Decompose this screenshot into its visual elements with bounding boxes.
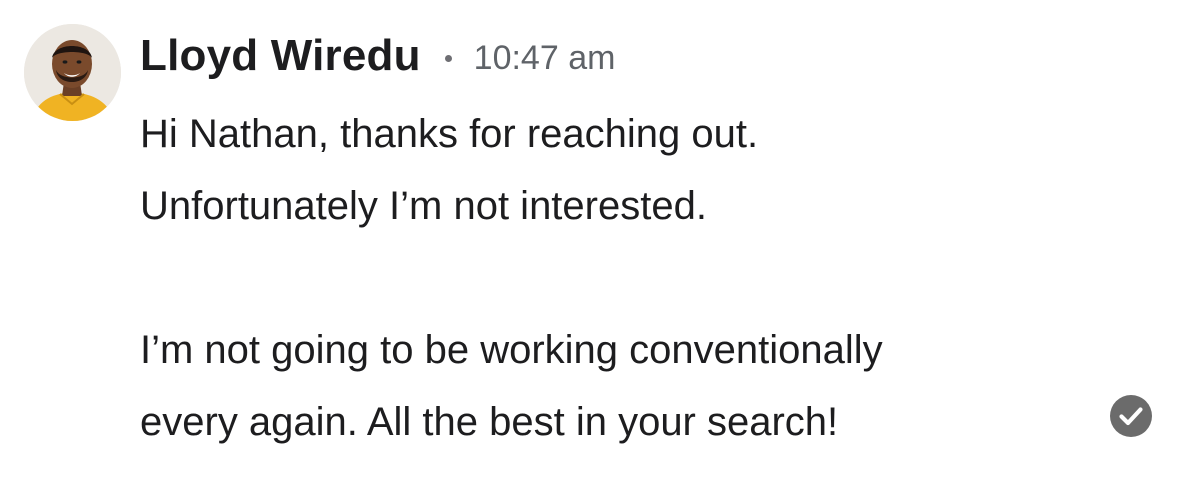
message-body: Hi Nathan, thanks for reaching out. Unfo…	[140, 98, 1100, 458]
separator-dot	[444, 54, 452, 62]
sender-name[interactable]: Lloyd Wiredu	[140, 31, 421, 81]
message-line: every again. All the best in your search…	[140, 400, 839, 444]
check-circle-icon	[1109, 394, 1153, 438]
avatar[interactable]	[24, 24, 121, 121]
message-line: Hi Nathan, thanks for reaching out.	[140, 112, 759, 156]
message-item: Lloyd Wiredu 10:47 am Hi Nathan, thanks …	[0, 0, 1179, 501]
message-header: Lloyd Wiredu 10:47 am	[140, 26, 615, 86]
timestamp: 10:47 am	[473, 38, 616, 77]
message-line: I’m not going to be working conventional…	[140, 328, 883, 372]
avatar-image	[24, 24, 121, 121]
message-line: Unfortunately I’m not interested.	[140, 184, 707, 228]
